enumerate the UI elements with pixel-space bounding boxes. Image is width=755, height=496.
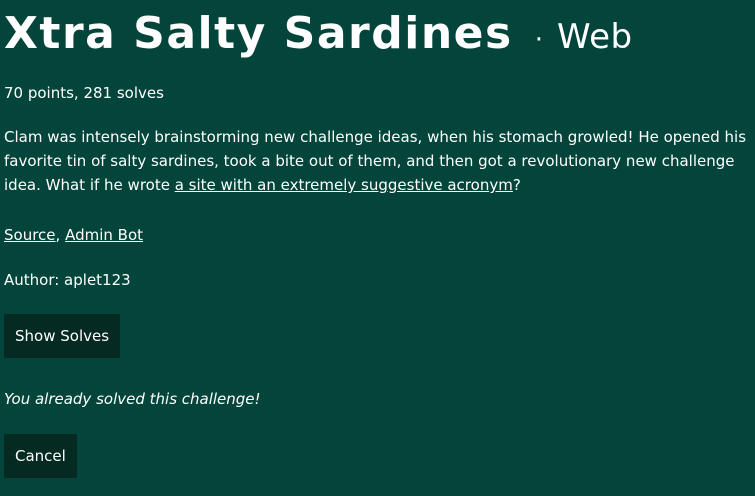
- links-separator: ,: [55, 226, 66, 244]
- challenge-site-link[interactable]: a site with an extremely suggestive acro…: [175, 176, 513, 194]
- admin-bot-link[interactable]: Admin Bot: [65, 226, 143, 244]
- challenge-description: Clam was intensely brainstorming new cha…: [4, 125, 752, 197]
- points-solves: 70 points, 281 solves: [4, 84, 164, 102]
- challenge-header: Xtra Salty Sardines · Web: [4, 6, 633, 62]
- challenge-title: Xtra Salty Sardines: [4, 8, 513, 59]
- description-end: ?: [512, 176, 521, 194]
- source-link[interactable]: Source: [4, 226, 56, 244]
- challenge-category: Web: [556, 17, 633, 57]
- show-solves-button[interactable]: Show Solves: [4, 314, 121, 358]
- challenge-author: Author: aplet123: [4, 271, 131, 289]
- resource-links: Source, Admin Bot: [4, 225, 143, 245]
- title-separator: ·: [534, 25, 543, 55]
- challenge-page: Xtra Salty Sardines · Web 70 points, 281…: [0, 0, 755, 496]
- cancel-button[interactable]: Cancel: [4, 434, 77, 478]
- solved-message: You already solved this challenge!: [4, 390, 261, 408]
